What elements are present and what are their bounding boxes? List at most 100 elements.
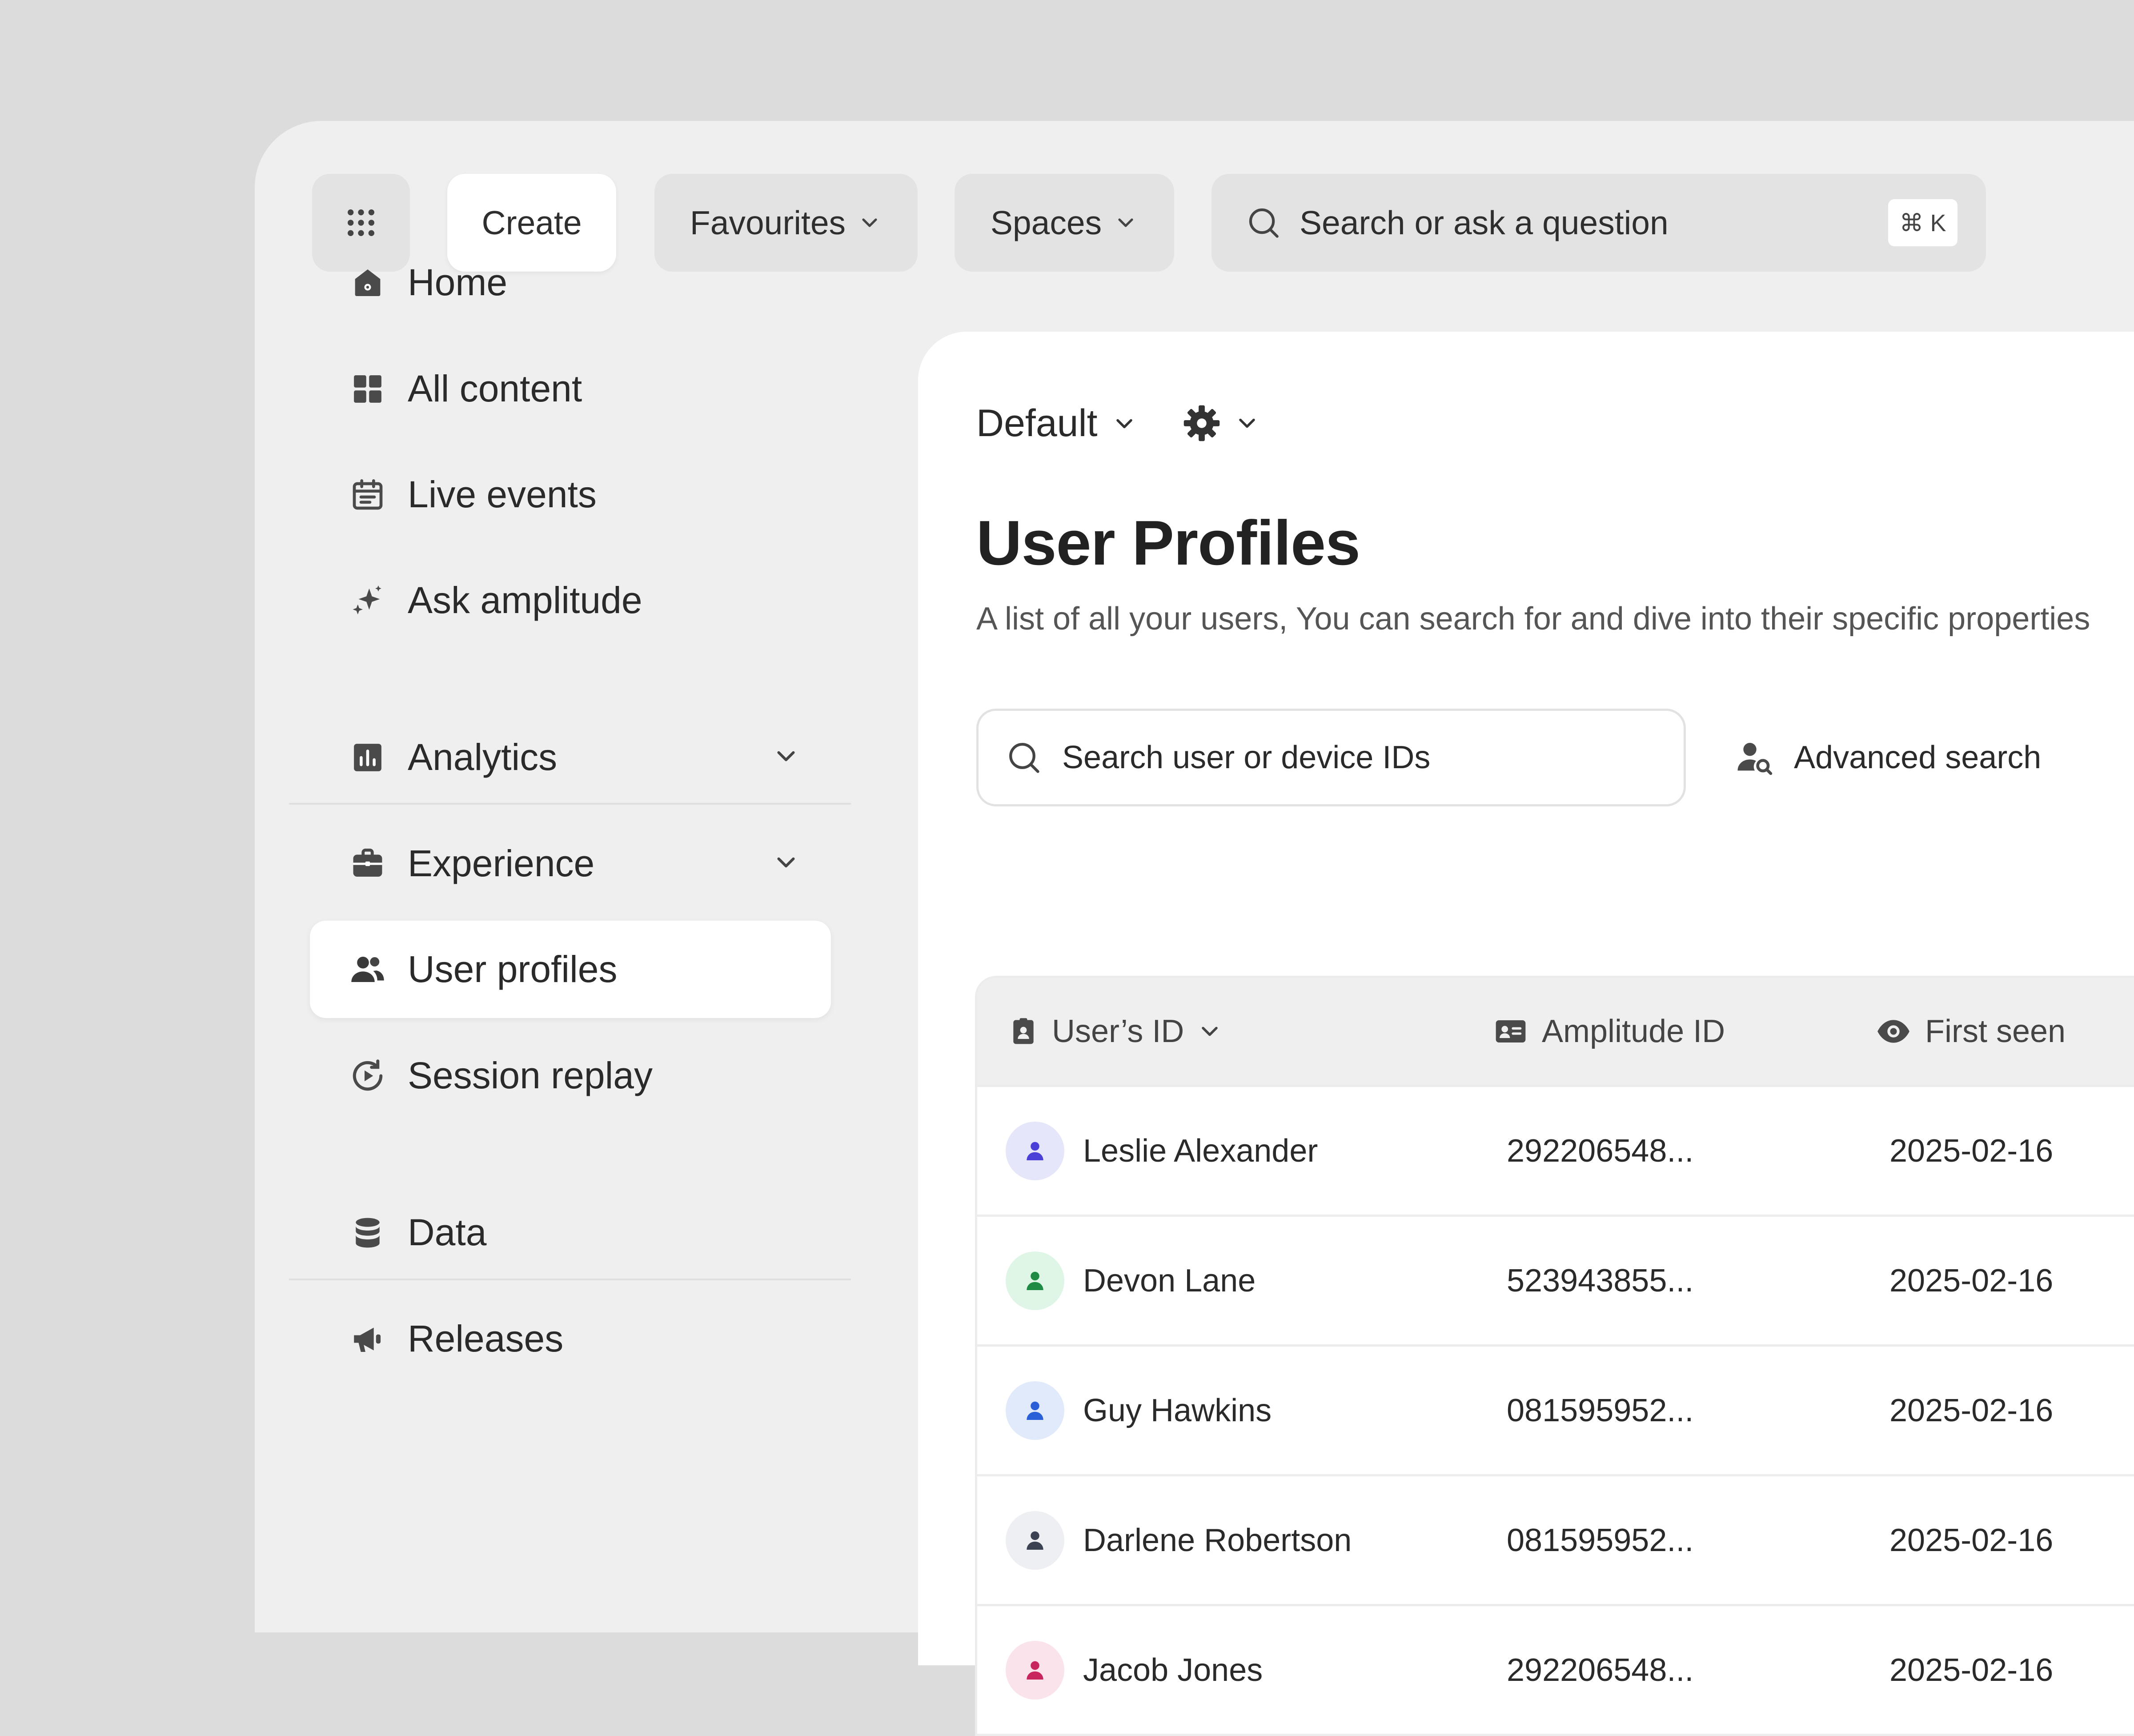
user-search-input[interactable]: Search user or device IDs [976, 709, 1686, 806]
table-row[interactable]: Darlene Robertson 081595952... 2025-02-1… [977, 1474, 2134, 1604]
user-table: User’s ID Amplitude ID First seen Leslie… [975, 976, 2134, 1736]
sidebar-item-home[interactable]: Home [310, 234, 831, 331]
search-icon [1005, 739, 1043, 776]
sidebar-item-label: All content [408, 368, 582, 409]
user-cell: Jacob Jones [1006, 1606, 1263, 1734]
sidebar-item-live-events[interactable]: Live events [310, 446, 831, 543]
sidebar-item-label: Ask amplitude [408, 579, 642, 621]
table-body: Leslie Alexander 292206548... 2025-02-16… [977, 1085, 2134, 1734]
id-card-icon [1493, 1014, 1528, 1049]
sidebar-item-all-content[interactable]: All content [310, 340, 831, 437]
user-name: Leslie Alexander [1083, 1133, 1318, 1169]
keyboard-shortcut-badge: ⌘ K [1888, 199, 1958, 246]
dashboard-selector[interactable]: Default [976, 401, 1138, 445]
column-header-user-id[interactable]: User’s ID [1008, 978, 1223, 1085]
home-icon [349, 264, 386, 301]
column-header-first-seen[interactable]: First seen [1875, 978, 2066, 1085]
first-seen-cell: 2025-02-16 [1889, 1652, 2054, 1688]
sidebar-item-label: Live events [408, 473, 597, 515]
column-label: First seen [1925, 1014, 2066, 1049]
replay-icon [349, 1057, 386, 1095]
page-title: User Profiles [976, 508, 1360, 578]
chevron-down-icon [1196, 1018, 1223, 1045]
settings-dropdown[interactable] [1181, 403, 1260, 444]
avatar [1006, 1640, 1064, 1700]
id-badge-icon [1008, 1016, 1039, 1046]
dashboard-selector-label: Default [976, 402, 1098, 445]
column-label: Amplitude ID [1542, 1014, 1725, 1049]
first-seen-cell: 2025-02-16 [1889, 1392, 2054, 1428]
sidebar-item-analytics[interactable]: Analytics [310, 709, 831, 806]
amplitude-id-cell: 292206548... [1507, 1652, 1694, 1688]
eye-icon [1875, 1013, 1912, 1050]
gear-icon [1181, 403, 1222, 444]
advanced-search-label: Advanced search [1794, 740, 2042, 775]
sidebar-item-label: User profiles [408, 948, 618, 990]
user-name: Darlene Robertson [1083, 1522, 1352, 1558]
bar-chart-icon [349, 739, 386, 776]
table-row[interactable]: Leslie Alexander 292206548... 2025-02-16 [977, 1085, 2134, 1215]
user-cell: Leslie Alexander [1006, 1087, 1318, 1215]
chevron-down-icon [1111, 410, 1138, 437]
spaces-label: Spaces [990, 204, 1102, 241]
table-row[interactable]: Guy Hawkins 081595952... 2025-02-16 [977, 1344, 2134, 1474]
user-cell: Darlene Robertson [1006, 1476, 1352, 1604]
sidebar-item-ask-amplitude[interactable]: Ask amplitude [310, 552, 831, 649]
sidebar-item-label: Session replay [408, 1054, 653, 1096]
chevron-down-icon [1113, 210, 1138, 235]
user-icon [1023, 1658, 1047, 1683]
first-seen-cell: 2025-02-16 [1889, 1133, 2054, 1169]
column-label: User’s ID [1052, 1014, 1184, 1049]
sidebar-item-releases[interactable]: Releases [310, 1290, 831, 1387]
sidebar-item-experience[interactable]: Experience [310, 815, 831, 912]
sidebar-item-label: Releases [408, 1318, 564, 1359]
first-seen-cell: 2025-02-16 [1889, 1263, 2054, 1299]
page-subtitle: A list of all your users, You can search… [976, 601, 2090, 637]
sidebar-item-data[interactable]: Data [310, 1184, 831, 1281]
global-search-placeholder: Search or ask a question [1300, 204, 1669, 241]
app-window: Create Favourites Spaces Search or ask a… [255, 121, 2134, 1736]
main-panel: Default User Profiles A list of all your… [918, 332, 2134, 1736]
sidebar-item-label: Data [408, 1211, 487, 1253]
user-cell: Devon Lane [1006, 1217, 1256, 1344]
advanced-search-button[interactable]: Advanced search [1735, 724, 2041, 791]
sidebar-item-label: Home [408, 261, 508, 303]
grid-icon [349, 370, 386, 408]
user-icon [1023, 1528, 1047, 1553]
amplitude-id-cell: 081595952... [1507, 1392, 1694, 1428]
users-icon [349, 951, 386, 988]
avatar [1006, 1511, 1064, 1570]
table-row[interactable]: Jacob Jones 292206548... 2025-02-16 [977, 1604, 2134, 1734]
global-search-input[interactable]: Search or ask a question ⌘ K [1211, 174, 1986, 272]
avatar [1006, 1381, 1064, 1440]
search-icon [1245, 204, 1282, 241]
user-icon [1023, 1139, 1047, 1163]
user-icon [1023, 1398, 1047, 1423]
sidebar-item-session-replay[interactable]: Session replay [310, 1027, 831, 1124]
amplitude-id-cell: 523943855... [1507, 1263, 1694, 1299]
column-header-amplitude-id[interactable]: Amplitude ID [1493, 978, 1725, 1085]
table-row[interactable]: Devon Lane 523943855... 2025-02-16 [977, 1215, 2134, 1344]
user-search-placeholder: Search user or device IDs [1062, 740, 1431, 775]
sparkle-icon [349, 582, 386, 619]
spaces-dropdown[interactable]: Spaces [955, 174, 1174, 272]
user-name: Devon Lane [1083, 1263, 1256, 1299]
calendar-icon [349, 476, 386, 513]
user-cell: Guy Hawkins [1006, 1347, 1272, 1474]
chevron-down-icon[interactable] [771, 742, 801, 771]
amplitude-id-cell: 292206548... [1507, 1133, 1694, 1169]
chevron-down-icon [857, 210, 882, 235]
avatar [1006, 1251, 1064, 1310]
chevron-down-icon[interactable] [771, 848, 801, 877]
user-name: Jacob Jones [1083, 1652, 1263, 1688]
user-search-icon [1735, 738, 1774, 777]
user-icon [1023, 1268, 1047, 1293]
user-name: Guy Hawkins [1083, 1392, 1272, 1428]
sidebar-item-label: Analytics [408, 736, 558, 778]
table-header: User’s ID Amplitude ID First seen [977, 978, 2134, 1085]
amplitude-id-cell: 081595952... [1507, 1522, 1694, 1558]
sidebar-item-user-profiles[interactable]: User profiles [310, 921, 831, 1018]
chevron-down-icon [1234, 410, 1260, 437]
megaphone-icon [349, 1320, 386, 1358]
first-seen-cell: 2025-02-16 [1889, 1522, 2054, 1558]
